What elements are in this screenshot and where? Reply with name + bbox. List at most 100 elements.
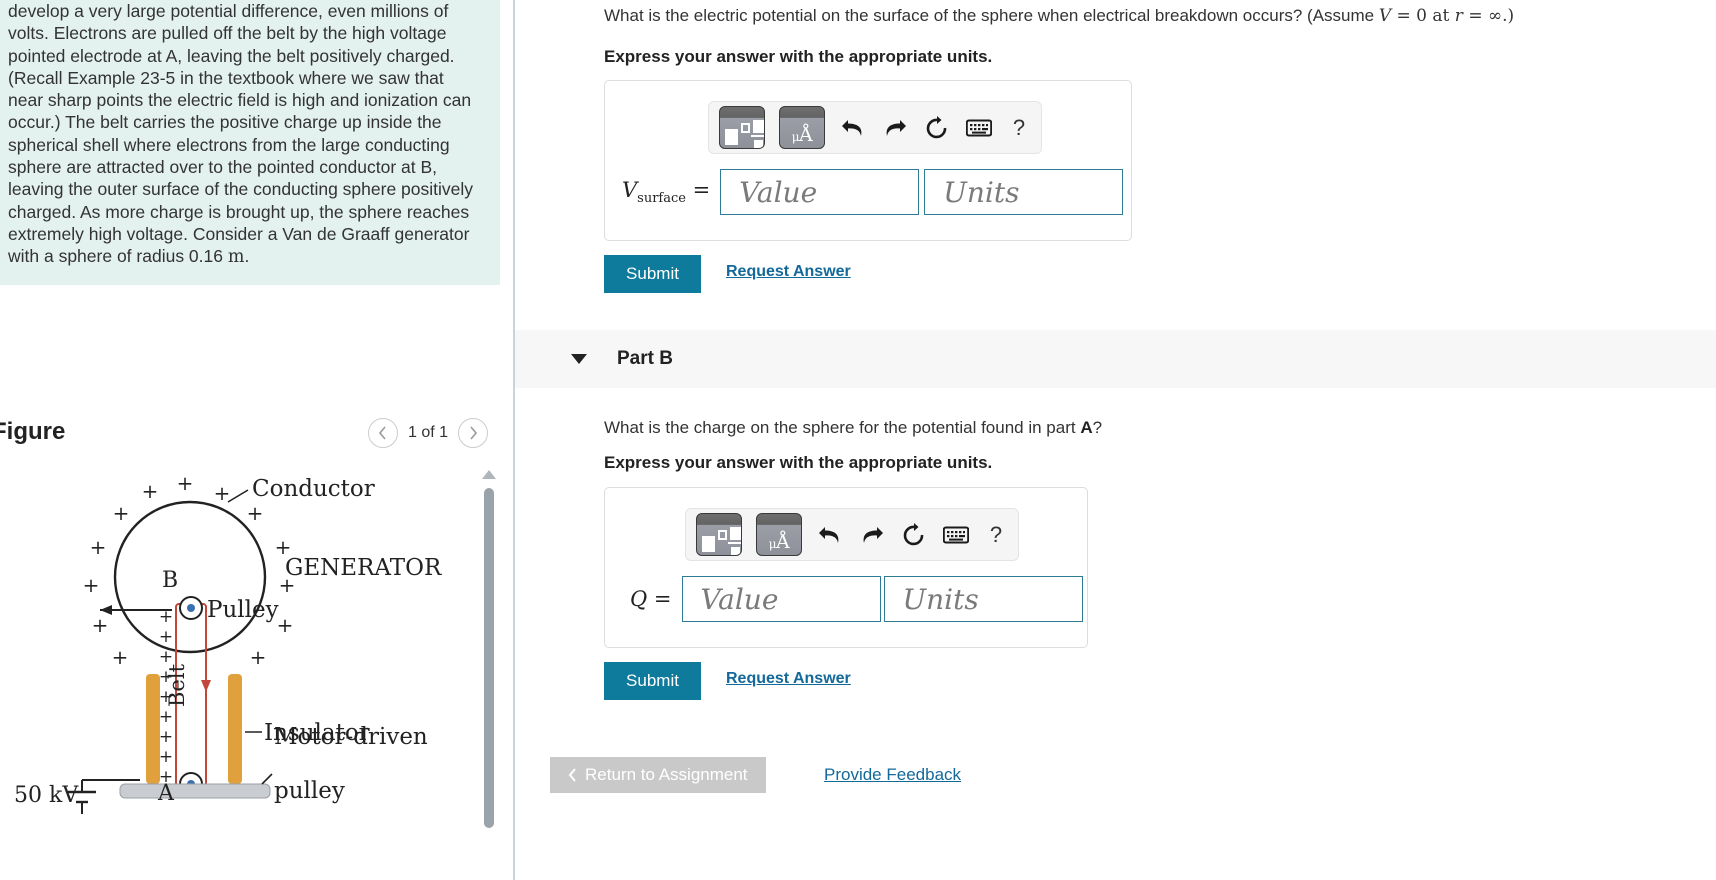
figure-next-button[interactable] xyxy=(458,418,488,448)
units-micro-angstrom-icon[interactable]: μÅ xyxy=(756,513,802,556)
math-template-icon[interactable] xyxy=(719,106,765,149)
part-b-toolbar: μÅ ? xyxy=(685,508,1019,561)
provide-feedback-link[interactable]: Provide Feedback xyxy=(824,765,961,785)
scroll-up-icon[interactable] xyxy=(482,470,496,479)
problem-page: develop a very large potential differenc… xyxy=(0,0,1716,880)
question-mark-icon[interactable]: ? xyxy=(1007,115,1031,141)
units-glyph-micro: μ xyxy=(791,130,800,144)
svg-text:+: + xyxy=(250,645,267,669)
part-a-field-row: Vsurface = Value Units xyxy=(622,169,1124,215)
figure-scrollbar[interactable] xyxy=(482,470,496,870)
part-a-question: What is the electric potential on the su… xyxy=(604,4,1514,28)
svg-text:+: + xyxy=(159,747,173,767)
label-voltage: 50 kV xyxy=(14,783,79,808)
caret-down-icon[interactable] xyxy=(571,354,587,364)
part-a-var-sub: surface xyxy=(637,191,686,207)
part-a-field-label: Vsurface = xyxy=(622,178,710,206)
part-b-value-input[interactable]: Value xyxy=(681,576,881,622)
label-a: A xyxy=(157,781,175,806)
part-a-toolbar: μÅ ? xyxy=(708,101,1042,154)
part-a-submit-button[interactable]: Submit xyxy=(604,255,701,293)
right-panel: What is the electric potential on the su… xyxy=(515,0,1716,880)
figure-prev-button[interactable] xyxy=(367,418,398,448)
part-b-question-bold: A xyxy=(1080,418,1093,437)
svg-text:+: + xyxy=(159,627,173,647)
label-motor-driven: Motor-driven xyxy=(274,724,428,750)
svg-text:+: + xyxy=(277,613,294,637)
keyboard-icon[interactable] xyxy=(942,521,970,549)
units-glyph-angstrom: Å xyxy=(799,124,813,146)
svg-text:+: + xyxy=(113,501,130,525)
svg-text:+: + xyxy=(159,687,173,707)
part-b-question: What is the charge on the sphere for the… xyxy=(604,416,1102,440)
svg-text:+: + xyxy=(159,647,173,667)
svg-text:+: + xyxy=(159,727,173,747)
svg-text:+: + xyxy=(159,707,173,727)
chevron-left-icon xyxy=(379,426,387,440)
svg-text:+: + xyxy=(112,645,129,669)
svg-text:+: + xyxy=(177,471,194,495)
part-b-request-answer-link[interactable]: Request Answer xyxy=(726,670,851,688)
units-micro-angstrom-icon[interactable]: μÅ xyxy=(779,106,825,149)
part-a-math-v: V xyxy=(1378,6,1392,26)
figure-counter: 1 of 1 xyxy=(407,424,448,441)
part-a-math-r: r xyxy=(1454,6,1463,26)
part-a-units-placeholder: Units xyxy=(943,175,1020,209)
redo-arrow-icon[interactable] xyxy=(858,521,886,549)
svg-text:+: + xyxy=(247,501,264,525)
part-a-eq1: = 0 at xyxy=(1391,6,1455,26)
figure-body: + + + + + + + + + + + + + Conductor GENERATOR B xyxy=(0,462,500,880)
label-b: B xyxy=(162,568,178,593)
part-b-header[interactable]: Part B xyxy=(515,330,1716,388)
reset-circular-arrow-icon[interactable] xyxy=(900,521,928,549)
part-a-value-placeholder: Value xyxy=(739,175,818,209)
part-a-var: V xyxy=(622,177,638,202)
label-generator: GENERATOR xyxy=(285,555,442,581)
part-b-field-row: Q = Value Units xyxy=(630,576,1083,622)
label-pulley: Pulley xyxy=(207,597,279,623)
part-a-value-input[interactable]: Value xyxy=(720,169,920,215)
part-a-question-prefix: What is the electric potential on the su… xyxy=(604,6,1379,25)
part-b-submit-button[interactable]: Submit xyxy=(604,662,701,700)
svg-text:+: + xyxy=(90,535,107,559)
part-a-answer-box: μÅ ? Vsurface = Value Units xyxy=(604,80,1132,241)
part-b-label: Part B xyxy=(617,348,673,369)
undo-arrow-icon[interactable] xyxy=(839,114,867,142)
part-b-instruction: Express your answer with the appropriate… xyxy=(604,453,993,472)
part-b-value-placeholder: Value xyxy=(700,582,779,616)
scroll-thumb[interactable] xyxy=(484,488,494,828)
svg-text:+: + xyxy=(159,667,173,687)
redo-arrow-icon[interactable] xyxy=(881,114,909,142)
return-to-assignment-label: Return to Assignment xyxy=(585,765,748,784)
math-template-icon[interactable] xyxy=(696,513,742,556)
return-to-assignment-button[interactable]: Return to Assignment xyxy=(550,757,766,793)
chevron-right-icon xyxy=(469,426,477,440)
part-a-instruction: Express your answer with the appropriate… xyxy=(604,47,993,66)
part-a-units-input[interactable]: Units xyxy=(924,169,1124,215)
problem-text-main: develop a very large potential differenc… xyxy=(8,1,474,267)
part-a-equals: = xyxy=(685,177,711,202)
part-b-units-placeholder: Units xyxy=(902,582,979,616)
svg-text:+: + xyxy=(142,479,159,503)
undo-arrow-icon[interactable] xyxy=(816,521,844,549)
part-a-eq2: = ∞.) xyxy=(1462,6,1515,26)
units-glyph: μÅ xyxy=(757,533,801,554)
question-mark-icon[interactable]: ? xyxy=(984,522,1008,548)
label-conductor: Conductor xyxy=(252,476,375,502)
part-b-question-suffix: ? xyxy=(1092,418,1103,437)
problem-statement: develop a very large potential differenc… xyxy=(0,0,500,285)
reset-circular-arrow-icon[interactable] xyxy=(923,114,951,142)
part-b-units-input[interactable]: Units xyxy=(883,576,1083,622)
units-glyph: μÅ xyxy=(780,126,824,147)
svg-text:+: + xyxy=(83,573,100,597)
keyboard-icon[interactable] xyxy=(965,114,993,142)
label-pulley-2: pulley xyxy=(274,778,345,804)
part-b-answer-box: μÅ ? Q = Value Units xyxy=(604,487,1088,648)
part-a-request-answer-link[interactable]: Request Answer xyxy=(726,263,851,281)
figure-header: Figure 1 of 1 xyxy=(0,412,500,458)
part-b-equals: = xyxy=(647,587,672,611)
svg-text:+: + xyxy=(92,613,109,637)
figure-title: Figure xyxy=(0,418,66,445)
van-de-graaff-diagram: + + + + + + + + + + + + + Conductor GENERATOR B xyxy=(14,471,442,814)
part-b-field-label: Q = xyxy=(630,587,672,611)
